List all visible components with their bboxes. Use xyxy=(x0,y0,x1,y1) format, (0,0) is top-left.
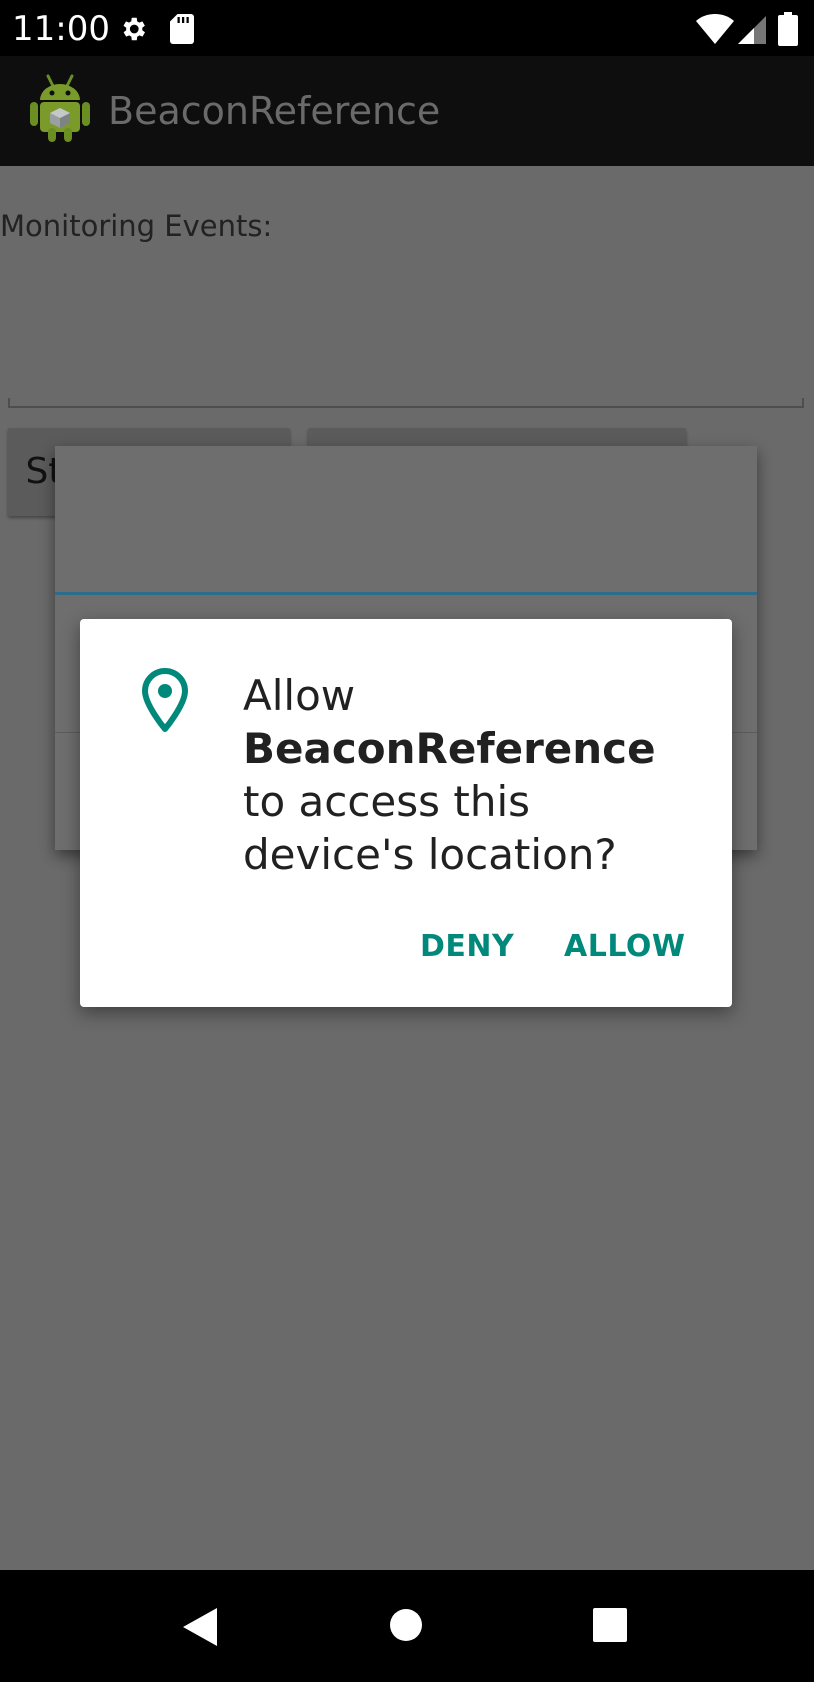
navigation-bar xyxy=(0,1570,814,1682)
gear-icon xyxy=(118,14,148,48)
permission-dialog: Allow BeaconReference to access this dev… xyxy=(80,619,732,1007)
location-pin-icon xyxy=(140,667,190,739)
permission-message-suffix: to access this device's location? xyxy=(243,777,617,879)
background-dialog-accent-line xyxy=(55,592,757,595)
monitoring-events-field[interactable] xyxy=(8,286,804,408)
cell-signal-icon xyxy=(738,16,766,48)
status-bar: 11:00 xyxy=(0,0,814,56)
permission-app-name: BeaconReference xyxy=(243,724,656,773)
sd-card-icon xyxy=(170,14,194,48)
app-title: BeaconReference xyxy=(108,89,441,133)
allow-button[interactable]: ALLOW xyxy=(564,919,685,975)
home-icon[interactable] xyxy=(389,1608,423,1646)
permission-message: Allow BeaconReference to access this dev… xyxy=(243,669,693,881)
deny-button[interactable]: DENY xyxy=(420,919,514,975)
status-time: 11:00 xyxy=(12,9,110,49)
android-app-icon xyxy=(28,72,92,148)
app-bar: BeaconReference xyxy=(0,56,814,166)
screen: 11:00 BeaconReference Monitoring Events:… xyxy=(0,0,814,1682)
battery-icon xyxy=(778,12,798,50)
permission-message-prefix: Allow xyxy=(243,671,356,720)
recents-icon[interactable] xyxy=(593,1608,627,1646)
monitoring-events-label: Monitoring Events: xyxy=(0,209,273,243)
back-icon[interactable] xyxy=(183,1608,217,1650)
wifi-icon xyxy=(696,14,734,48)
